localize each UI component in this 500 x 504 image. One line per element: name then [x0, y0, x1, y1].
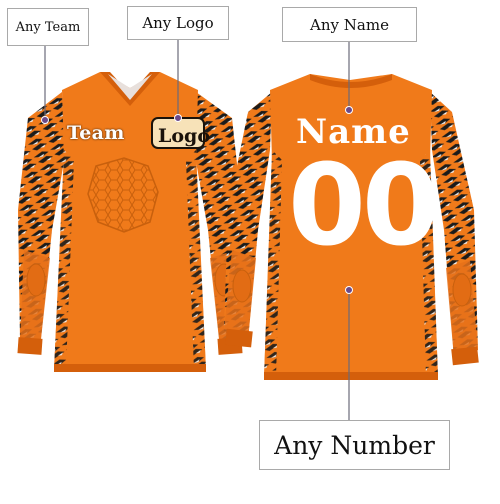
chest-pad [87, 157, 159, 233]
callout-any-name: Any Name [282, 7, 417, 42]
callout-any-logo: Any Logo [127, 6, 229, 40]
callout-any-number: Any Number [259, 420, 450, 470]
back-number-text: 00 [288, 141, 440, 271]
front-team-text: Team [67, 122, 125, 144]
product-image: Team Logo Name 00 Any Team Any Logo Any … [0, 0, 500, 500]
front-logo-text: Logo [158, 125, 210, 147]
jersey-front [17, 72, 243, 372]
callout-any-team: Any Team [7, 8, 89, 46]
